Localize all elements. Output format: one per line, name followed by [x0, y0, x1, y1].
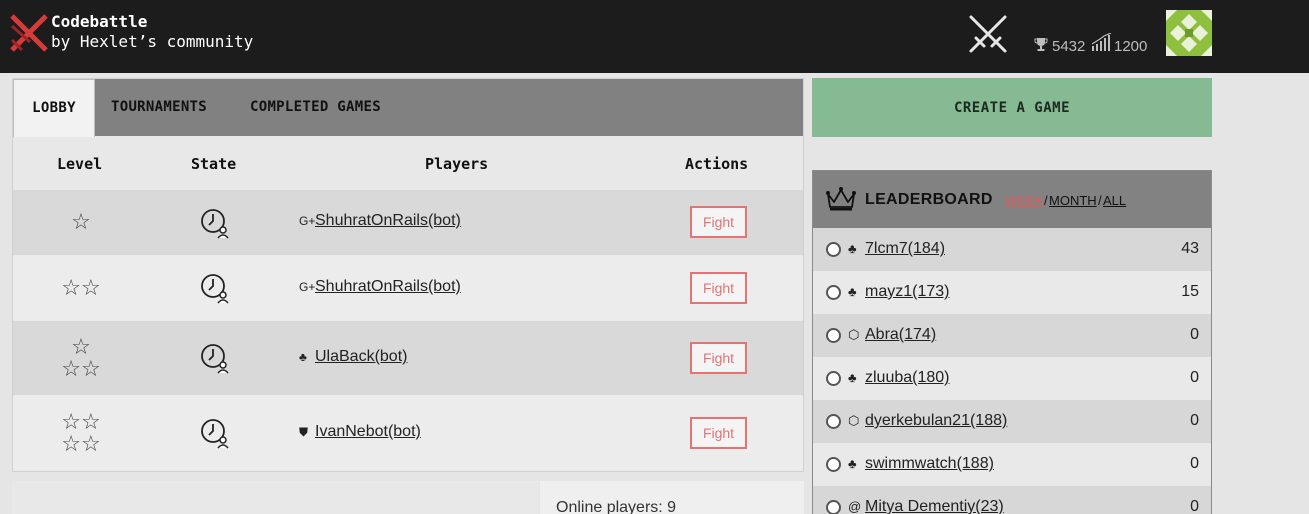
- shield-icon: ⛊: [299, 425, 309, 439]
- player-link[interactable]: IvanNebot(bot): [315, 423, 421, 441]
- leaderboard-player-link[interactable]: swimmwatch(188): [865, 455, 994, 473]
- select-radio[interactable]: [826, 328, 841, 343]
- select-radio[interactable]: [826, 414, 841, 429]
- waiting-clock-icon: [201, 274, 229, 304]
- hexagon-icon: ⬡: [848, 327, 860, 342]
- hexagon-icon: ⬡: [848, 413, 860, 428]
- column-header-state: State: [191, 155, 237, 173]
- player-link[interactable]: ShuhratOnRails(bot): [315, 278, 461, 296]
- leaderboard-title: LEADERBOARD: [865, 191, 993, 208]
- level-stars: ☆☆: [61, 275, 101, 300]
- table-row: ☆ ☆☆ ♣ UlaBack(bot) Fight: [13, 321, 803, 395]
- waiting-clock-icon: [201, 419, 229, 449]
- leaderboard-row: ♣ mayz1(173) 15: [813, 271, 1211, 314]
- leaderboard-player-link[interactable]: zluuba(180): [865, 369, 950, 387]
- leaderboard-score: 43: [1181, 240, 1199, 257]
- select-radio[interactable]: [826, 285, 841, 300]
- table-row: ☆☆ ☆☆ ⛊ IvanNebot(bot) Fight: [13, 395, 803, 470]
- python-icon: ♣: [848, 284, 857, 299]
- leaderboard-row: ♣ zluuba(180) 0: [813, 357, 1211, 400]
- online-players-panel: Online players: 9: [540, 481, 804, 514]
- table-row: ☆☆ G+ ShuhratOnRails(bot) Fight: [13, 255, 803, 321]
- tab-lobby[interactable]: LOBBY: [13, 79, 95, 137]
- level-stars: ☆: [71, 209, 91, 234]
- fight-button[interactable]: Fight: [690, 417, 747, 449]
- leaderboard-score: 0: [1190, 498, 1199, 514]
- leaderboard-panel: LEADERBOARD WEEK / MONTH / ALL ♣ 7lcm7(1…: [812, 170, 1212, 514]
- table-row: ☆ G+ ShuhratOnRails(bot) Fight: [13, 190, 803, 255]
- select-radio[interactable]: [826, 457, 841, 472]
- level-stars: ☆☆: [61, 431, 101, 456]
- brand-title[interactable]: Codebattle: [51, 12, 147, 31]
- python-icon: ♣: [848, 370, 857, 385]
- select-radio[interactable]: [826, 371, 841, 386]
- fight-button[interactable]: Fight: [690, 206, 747, 238]
- user-rank: 5432: [1052, 38, 1086, 55]
- leaderboard-player-link[interactable]: Mitya Dementiy(23): [865, 498, 1004, 514]
- leaderboard-row: @ Mitya Dementiy(23) 0: [813, 486, 1211, 514]
- column-header-players: Players: [425, 155, 489, 173]
- leaderboard-player-link[interactable]: Abra(174): [865, 326, 936, 344]
- leaderboard-player-link[interactable]: dyerkebulan21(188): [865, 412, 1007, 430]
- fight-button[interactable]: Fight: [690, 272, 747, 304]
- player-link[interactable]: ShuhratOnRails(bot): [315, 212, 461, 230]
- period-month-link[interactable]: MONTH: [1049, 193, 1097, 208]
- period-all-link[interactable]: ALL: [1103, 193, 1126, 208]
- leaderboard-player-link[interactable]: mayz1(173): [865, 283, 949, 301]
- waiting-clock-icon: [201, 209, 229, 239]
- leaderboard-player-link[interactable]: 7lcm7(184): [865, 240, 945, 258]
- column-header-level: Level: [57, 155, 103, 173]
- period-separator: /: [1044, 193, 1048, 208]
- python-icon: ♣: [848, 241, 857, 256]
- leaderboard-score: 0: [1190, 455, 1199, 472]
- column-header-actions: Actions: [685, 155, 749, 173]
- cpp-icon: G+: [299, 280, 316, 294]
- level-stars: ☆☆: [61, 356, 101, 381]
- trophy-icon: [1034, 38, 1048, 51]
- user-rating: 1200: [1114, 38, 1148, 55]
- crown-icon: [826, 187, 856, 211]
- at-icon: @: [848, 499, 862, 514]
- codebattle-logo-icon[interactable]: [10, 12, 48, 54]
- leaderboard-row: ⬡ Abra(174) 0: [813, 314, 1211, 357]
- brand-subtitle: by Hexlet’s community: [51, 32, 254, 51]
- leaderboard-score: 0: [1190, 412, 1199, 429]
- create-game-button[interactable]: CREATE A GAME: [812, 78, 1212, 137]
- leaderboard-score: 15: [1181, 283, 1199, 300]
- rating-chart-icon: [1091, 33, 1112, 51]
- leaderboard-row: ♣ 7lcm7(184) 43: [813, 228, 1211, 271]
- level-stars: ☆: [71, 334, 91, 359]
- user-avatar[interactable]: [1166, 10, 1212, 56]
- crossed-swords-icon[interactable]: [966, 13, 1010, 55]
- cpp-icon: G+: [299, 214, 316, 228]
- player-link[interactable]: UlaBack(bot): [315, 348, 407, 366]
- period-separator: /: [1098, 193, 1102, 208]
- leaderboard-score: 0: [1190, 369, 1199, 386]
- online-players-count: Online players: 9: [556, 499, 677, 514]
- leaderboard-score: 0: [1190, 326, 1199, 343]
- waiting-clock-icon: [201, 344, 229, 374]
- tab-tournaments[interactable]: TOURNAMENTS: [111, 79, 207, 136]
- tab-completed-games[interactable]: COMPLETED GAMES: [250, 79, 381, 136]
- leaderboard-row: ♣ swimmwatch(188) 0: [813, 443, 1211, 486]
- fight-button[interactable]: Fight: [690, 342, 747, 374]
- select-radio[interactable]: [826, 242, 841, 257]
- python-icon: ♣: [848, 456, 857, 471]
- select-radio[interactable]: [826, 500, 841, 514]
- lobby-tabs: LOBBY TOURNAMENTS COMPLETED GAMES: [13, 79, 803, 137]
- leaderboard-row: ⬡ dyerkebulan21(188) 0: [813, 400, 1211, 443]
- top-header: Codebattle by Hexlet’s community 5432 12…: [0, 0, 1309, 73]
- python-icon: ♣: [299, 350, 307, 364]
- chat-panel: [12, 481, 539, 514]
- level-stars: ☆☆: [61, 409, 101, 434]
- period-week-link[interactable]: WEEK: [1005, 193, 1043, 208]
- lobby-panel: LOBBY TOURNAMENTS COMPLETED GAMES Level …: [12, 78, 804, 472]
- leaderboard-header: LEADERBOARD WEEK / MONTH / ALL: [813, 171, 1211, 228]
